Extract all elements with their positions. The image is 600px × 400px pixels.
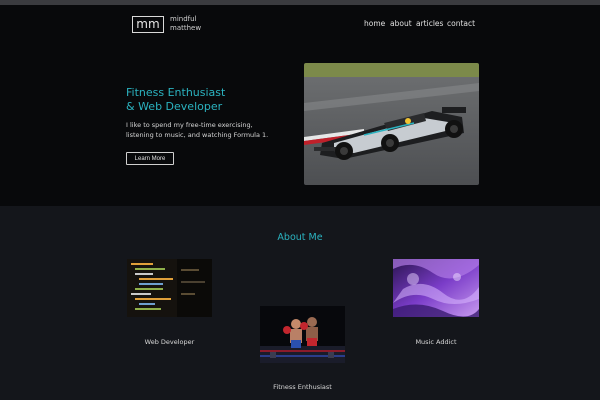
headline-line-2: & Web Developer xyxy=(126,100,223,113)
intro-line-1: I like to spend my free-time exercising, xyxy=(126,121,253,129)
nav-about[interactable]: about xyxy=(390,19,412,28)
web-developer-image xyxy=(127,259,212,317)
music-addict-label: Music Addict xyxy=(415,338,457,346)
nav-home[interactable]: home xyxy=(364,19,385,28)
hero-section xyxy=(0,5,600,206)
fitness-enthusiast-label: Fitness Enthusiast xyxy=(273,383,332,391)
nav-articles[interactable]: articles xyxy=(416,19,443,28)
intro-line-2: listening to music, and watching Formula… xyxy=(126,130,269,139)
fitness-enthusiast-image xyxy=(260,306,345,363)
learn-more-button[interactable]: Learn More xyxy=(126,152,174,165)
logo-mark[interactable]: mm xyxy=(132,16,164,33)
logo-text[interactable]: mindful matthew xyxy=(170,15,201,33)
web-developer-label: Web Developer xyxy=(144,338,195,346)
headline-line-1: Fitness Enthusiast xyxy=(126,86,226,99)
logo-line-2: matthew xyxy=(170,24,202,32)
hero-f1-car-image xyxy=(304,63,479,185)
about-me-heading: About Me xyxy=(277,232,323,243)
logo-line-1: mindful xyxy=(170,15,197,23)
music-addict-image xyxy=(393,259,479,317)
nav-contact[interactable]: contact xyxy=(447,19,475,28)
hero-headline: Fitness Enthusiast & Web Developer xyxy=(126,86,225,114)
hero-intro: I like to spend my free-time exercising,… xyxy=(126,121,296,140)
